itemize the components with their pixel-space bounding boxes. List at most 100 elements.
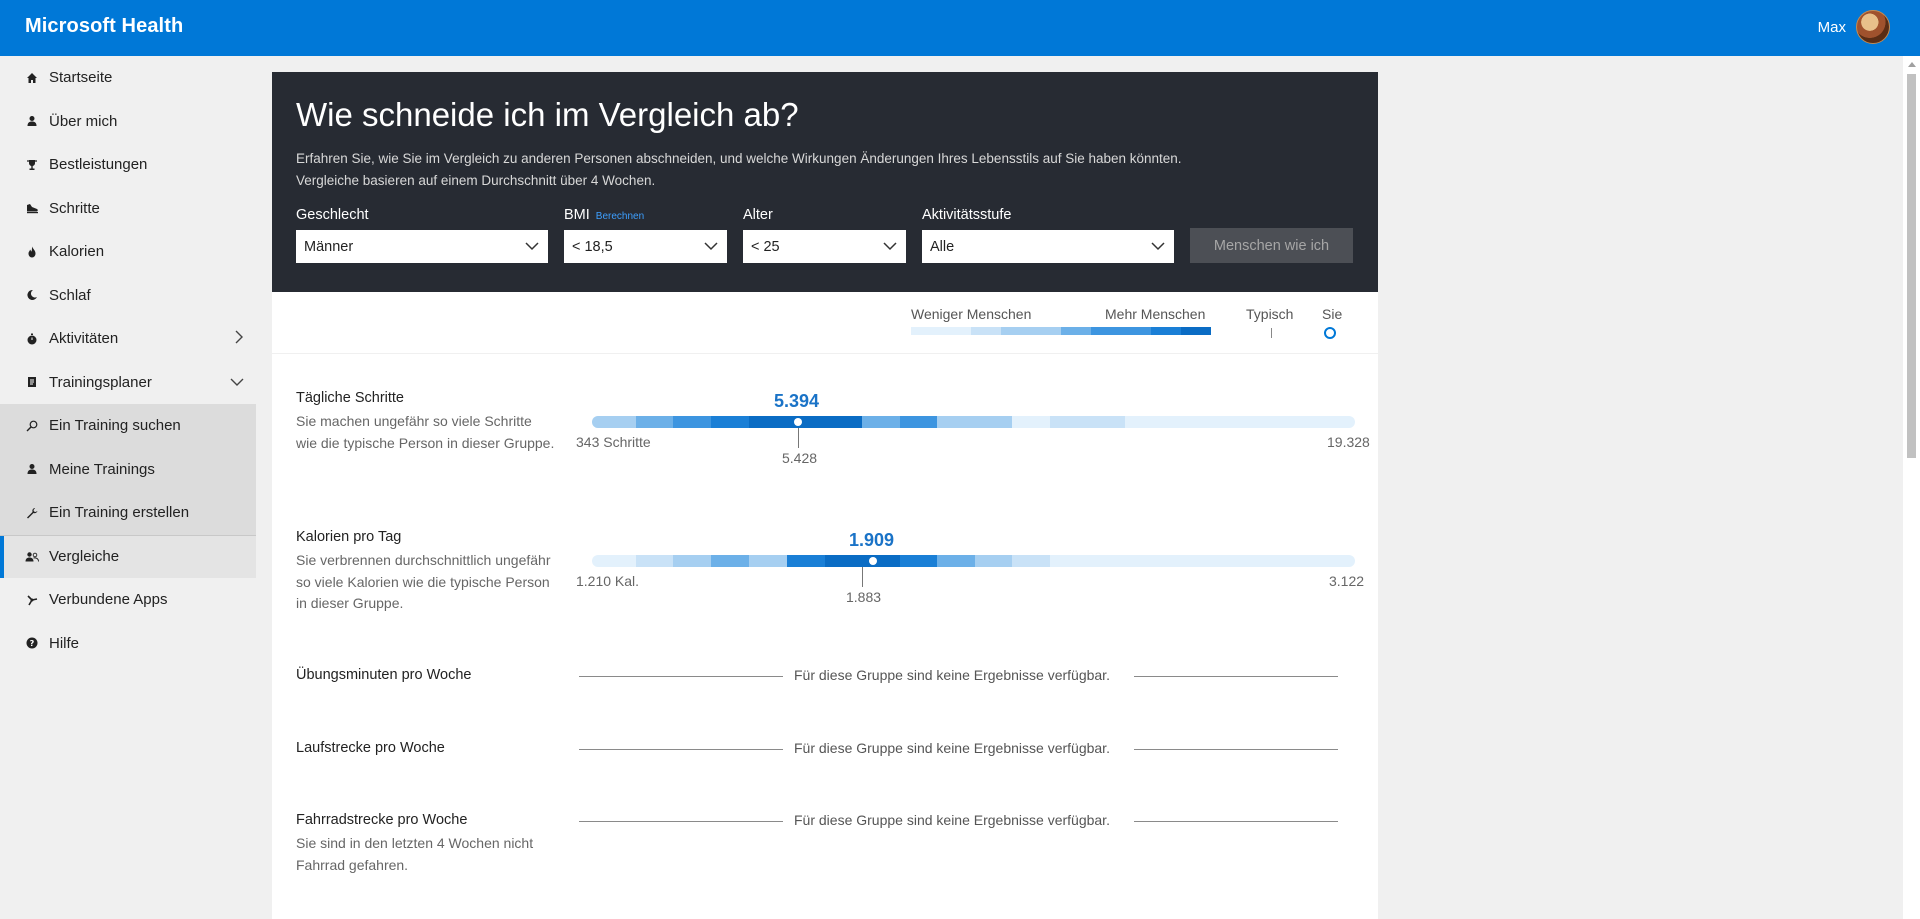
steps-typical-value: 5.428: [782, 450, 818, 466]
distribution-segment: [1050, 416, 1125, 428]
steps-you-marker: [794, 418, 802, 426]
description-line: Erfahren Sie, wie Sie im Vergleich zu an…: [296, 151, 1182, 166]
legend-scale-step: [1061, 327, 1091, 335]
sidebar-item-aktivitaeten[interactable]: Aktivitäten: [0, 317, 256, 361]
distribution-segment: [636, 416, 673, 428]
sidebar-item-label: Trainingsplaner: [49, 373, 152, 391]
sidebar-item-ein-training-suchen[interactable]: Ein Training suchen: [0, 404, 256, 448]
gender-select[interactable]: Männer: [296, 230, 548, 263]
avatar[interactable]: [1856, 10, 1890, 44]
sidebar-item-meine-trainings[interactable]: Meine Trainings: [0, 447, 256, 491]
user-menu[interactable]: Max: [1818, 10, 1890, 44]
sidebar-item-label: Über mich: [49, 112, 118, 130]
sidebar-item-ueber-mich[interactable]: Über mich: [0, 100, 256, 144]
top-bar: Microsoft Health Max: [0, 0, 1920, 56]
sidebar-item-label: Schritte: [49, 199, 100, 217]
sidebar: Startseite Über mich Bestleistungen Schr…: [0, 56, 256, 919]
people-like-me-button[interactable]: Menschen wie ich: [1190, 228, 1353, 263]
person-icon: [25, 462, 39, 476]
sidebar-item-ein-training-erstellen[interactable]: Ein Training erstellen: [0, 491, 256, 535]
distribution-segment: [787, 555, 825, 567]
app-title[interactable]: Microsoft Health: [25, 15, 183, 38]
legend-scale-step: [1031, 327, 1061, 335]
legend-scale-step: [911, 327, 941, 335]
activity-select[interactable]: Alle: [922, 230, 1174, 263]
sidebar-item-vergleiche[interactable]: Vergleiche: [0, 534, 256, 578]
sidebar-item-label: Bestleistungen: [49, 156, 148, 174]
scroll-up-icon[interactable]: [1908, 62, 1916, 67]
running-no-results: Für diese Gruppe sind keine Ergebnisse v…: [794, 740, 1110, 756]
gender-label: Geschlecht: [296, 207, 369, 223]
steps-max-label: 19.328: [1327, 434, 1370, 450]
sidebar-item-hilfe[interactable]: ? Hilfe: [0, 622, 256, 666]
cycling-no-results: Für diese Gruppe sind keine Ergebnisse v…: [794, 812, 1110, 828]
age-value: < 25: [751, 238, 780, 255]
legend-scale-step: [941, 327, 971, 335]
chevron-down-icon: [882, 238, 898, 254]
sidebar-item-label: Hilfe: [49, 634, 80, 652]
age-label: Alter: [743, 207, 773, 223]
sidebar-item-bestleistungen[interactable]: Bestleistungen: [0, 143, 256, 187]
cycling-title: Fahrradstrecke pro Woche: [296, 812, 468, 828]
legend-scale-step: [1001, 327, 1031, 335]
calories-min-label: 1.210 Kal.: [576, 573, 640, 589]
sidebar-item-label: Vergleiche: [49, 548, 120, 566]
chevron-down-icon: [524, 238, 540, 254]
calories-title: Kalorien pro Tag: [296, 529, 402, 545]
legend-scale-step: [1091, 327, 1121, 335]
comparison-header: Wie schneide ich im Vergleich ab? Erfahr…: [272, 72, 1378, 292]
exercise-title: Übungsminuten pro Woche: [296, 667, 472, 683]
chevron-down-icon: [230, 374, 244, 390]
legend-scale-step: [1151, 327, 1181, 335]
no-results-rule: [1134, 749, 1338, 750]
activity-value: Alle: [930, 238, 955, 255]
age-select[interactable]: < 25: [743, 230, 906, 263]
distribution-segment: [749, 416, 862, 428]
distribution-segment: [900, 416, 937, 428]
search-icon: [25, 419, 39, 433]
bmi-calculate-link[interactable]: Berechnen: [596, 211, 644, 222]
distribution-segment: [975, 555, 1012, 567]
legend: Weniger Menschen Mehr Menschen Typisch S…: [272, 292, 1378, 354]
sidebar-item-schlaf[interactable]: Schlaf: [0, 274, 256, 318]
calories-you-marker: [869, 557, 877, 565]
steps-min-label: 343 Schritte: [576, 434, 651, 450]
sidebar-item-label: Kalorien: [49, 243, 105, 261]
calories-typical-marker: [862, 567, 863, 587]
distribution-segment: [636, 555, 673, 567]
people-icon: [25, 550, 39, 564]
scrollbar-thumb[interactable]: [1907, 74, 1916, 458]
sidebar-item-label: Schlaf: [49, 286, 91, 304]
distribution-segment: [975, 416, 1012, 428]
sidebar-item-schritte[interactable]: Schritte: [0, 187, 256, 231]
page-description: Erfahren Sie, wie Sie im Vergleich zu an…: [296, 148, 1296, 192]
sidebar-item-label: Aktivitäten: [49, 330, 119, 348]
steps-title: Tägliche Schritte: [296, 390, 404, 406]
distribution-segment: [711, 555, 749, 567]
legend-typical: Typisch: [1246, 306, 1294, 322]
user-name[interactable]: Max: [1818, 19, 1846, 36]
running-title: Laufstrecke pro Woche: [296, 740, 445, 756]
description-line: Vergleiche basieren auf einem Durchschni…: [296, 173, 656, 188]
legend-scale-step: [1121, 327, 1151, 335]
steps-typical-marker: [798, 428, 799, 448]
stopwatch-icon: [25, 332, 39, 346]
distribution-segment: [862, 416, 900, 428]
page-title: Wie schneide ich im Vergleich ab?: [296, 96, 799, 133]
bmi-label: BMI Berechnen: [564, 207, 644, 223]
bmi-select[interactable]: < 18,5: [564, 230, 727, 263]
exercise-no-results: Für diese Gruppe sind keine Ergebnisse v…: [794, 667, 1110, 683]
distribution-segment: [673, 416, 711, 428]
sidebar-item-kalorien[interactable]: Kalorien: [0, 230, 256, 274]
sidebar-item-trainingsplaner[interactable]: Trainingsplaner: [0, 361, 256, 405]
no-results-rule: [579, 821, 783, 822]
scrollbar[interactable]: [1903, 56, 1920, 919]
sidebar-item-startseite[interactable]: Startseite: [0, 56, 256, 100]
steps-distribution-bar: [592, 416, 1355, 428]
trophy-icon: [25, 158, 39, 172]
home-icon: [25, 71, 39, 85]
no-results-rule: [1134, 821, 1338, 822]
calories-distribution-bar: [592, 555, 1355, 567]
moon-icon: [25, 288, 39, 302]
sidebar-item-verbundene-apps[interactable]: Verbundene Apps: [0, 578, 256, 622]
